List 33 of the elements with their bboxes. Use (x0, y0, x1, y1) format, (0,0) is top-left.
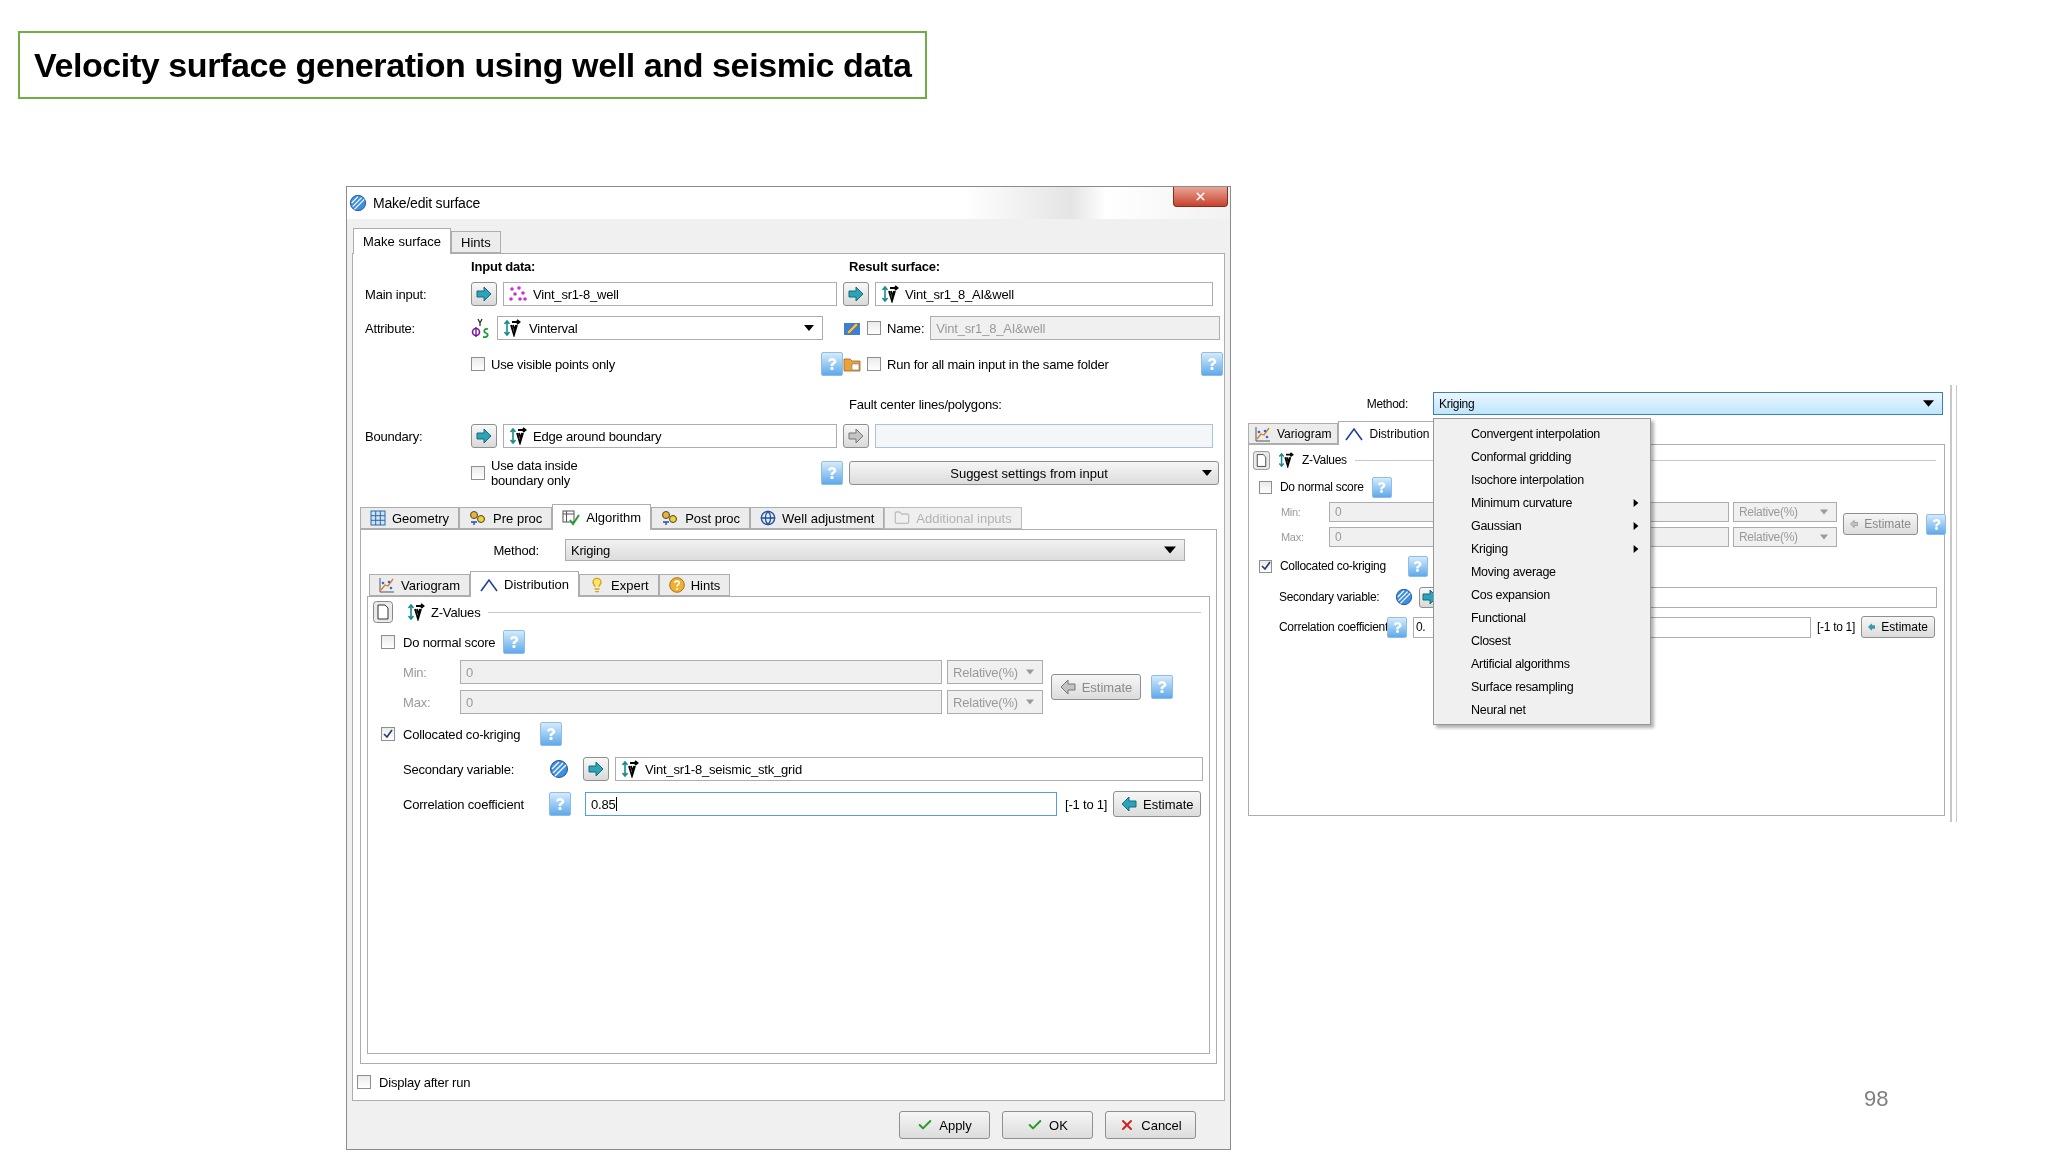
range-label: [-1 to 1] (1817, 620, 1855, 634)
field-label: Min: (403, 664, 427, 680)
group-label: Z-Values (1302, 453, 1347, 467)
window-title: Make/edit surface (373, 195, 481, 211)
checkbox-label: Run for all main input in the same folder (887, 356, 1109, 372)
field-label: Max: (403, 694, 431, 710)
field-label: Attribute: (365, 320, 416, 336)
field-label: Max: (1281, 530, 1304, 543)
field-label: Correlation coefficient (1279, 620, 1388, 634)
field-label: Secondary variable: (1279, 590, 1380, 604)
section-heading: Input data: (471, 258, 536, 274)
field-label: Secondary variable: (403, 761, 515, 777)
checkbox-label: Display after run (379, 1074, 471, 1090)
checkbox-label: Do normal score (1280, 480, 1364, 494)
field-label: Method: (1366, 396, 1408, 411)
tab: Additional inputs (884, 507, 1022, 529)
field-label: Main input: (365, 286, 427, 302)
checkbox-label: Use visible points only (491, 356, 616, 372)
group-label: Z-Values (431, 604, 481, 620)
section-heading: Result surface: (849, 258, 940, 274)
page-number: 98 (1864, 1086, 1889, 1112)
field-label: Boundary: (365, 428, 423, 444)
field-label: Min: (1281, 505, 1301, 518)
checkbox-label: Do normal score (403, 634, 496, 650)
checkbox-label: Collocated co-kriging (1280, 559, 1386, 573)
field-label: Correlation coefficient (403, 796, 524, 812)
field-label: Fault center lines/polygons: (849, 396, 1002, 412)
checkbox-label: Use data inside boundary only (491, 458, 579, 488)
field-label: Method: (493, 542, 539, 558)
slide-title: Velocity surface generation using well and seismic data (18, 31, 928, 99)
field-label: Name: (887, 320, 925, 336)
range-label: [-1 to 1] (1065, 796, 1108, 812)
checkbox-label: Collocated co-kriging (403, 726, 521, 742)
